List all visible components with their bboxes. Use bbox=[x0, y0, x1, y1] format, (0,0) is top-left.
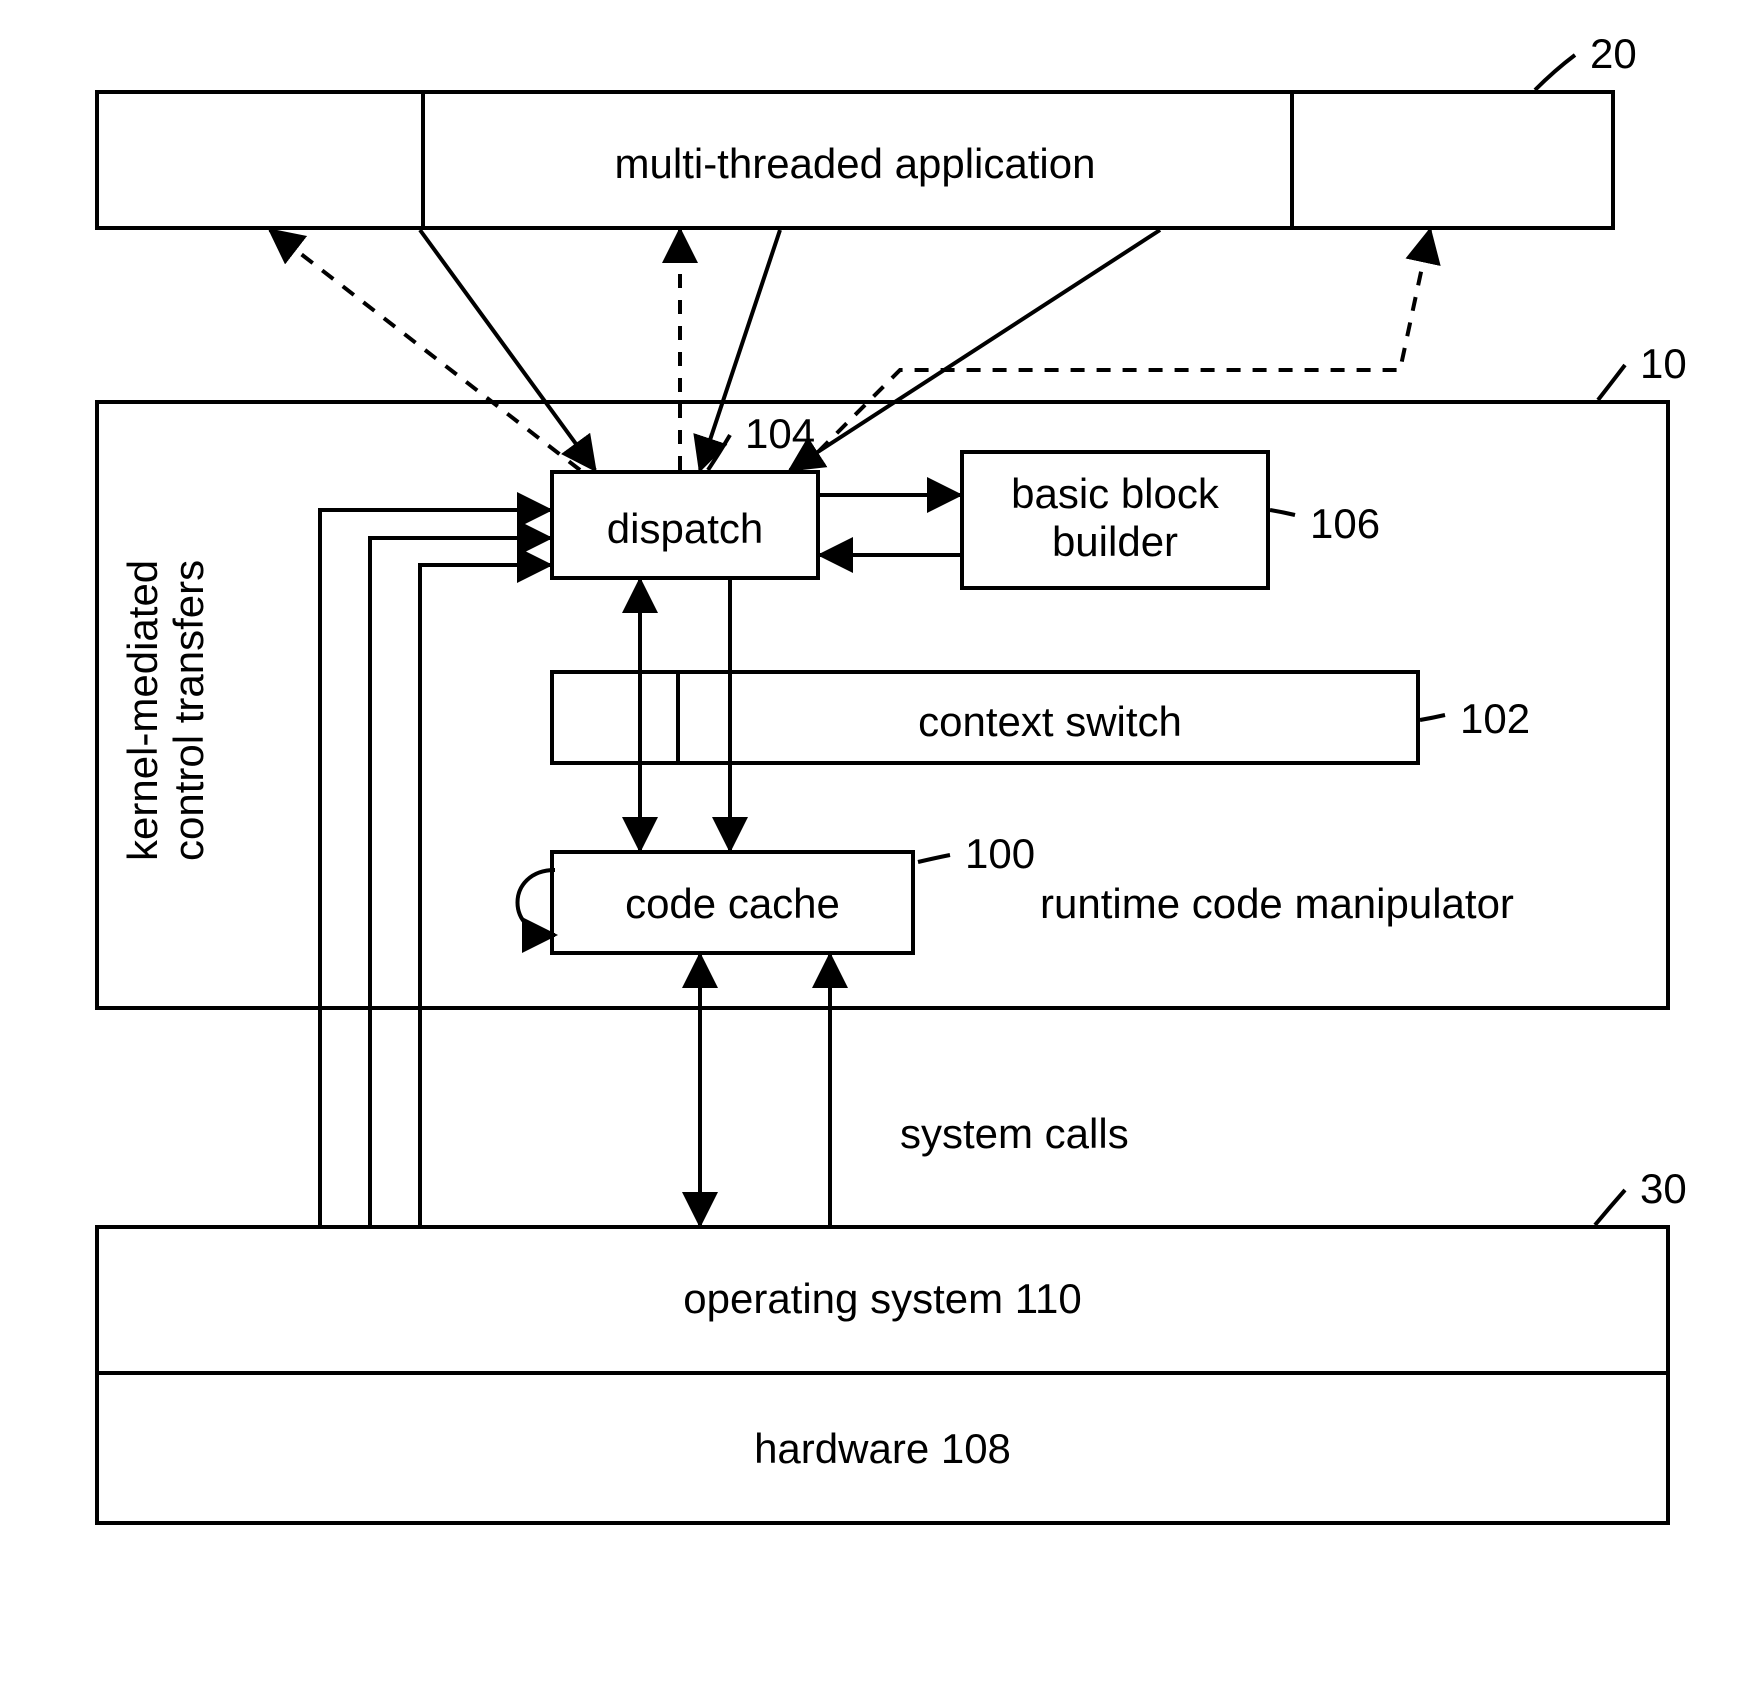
ref-106: 106 bbox=[1310, 500, 1380, 548]
builder-label: basic blockbuilder bbox=[960, 470, 1270, 567]
ref-100: 100 bbox=[965, 830, 1035, 878]
ref-104: 104 bbox=[745, 410, 815, 458]
ref-20: 20 bbox=[1590, 30, 1637, 78]
runtime-caption: runtime code manipulator bbox=[1040, 880, 1514, 928]
hw-label: hardware 108 bbox=[95, 1425, 1670, 1473]
ref-30: 30 bbox=[1640, 1165, 1687, 1213]
syscalls-label: system calls bbox=[900, 1110, 1129, 1158]
dispatch-label: dispatch bbox=[550, 505, 820, 553]
ref-10: 10 bbox=[1640, 340, 1687, 388]
context-box-seg bbox=[550, 670, 680, 765]
kernel-side-label: kernel-mediatedcontrol transfers bbox=[120, 460, 212, 960]
cache-label: code cache bbox=[550, 880, 915, 928]
app-label: multi-threaded application bbox=[95, 140, 1615, 188]
ref-102: 102 bbox=[1460, 695, 1530, 743]
context-label: context switch bbox=[680, 698, 1420, 746]
os-label: operating system 110 bbox=[95, 1275, 1670, 1323]
